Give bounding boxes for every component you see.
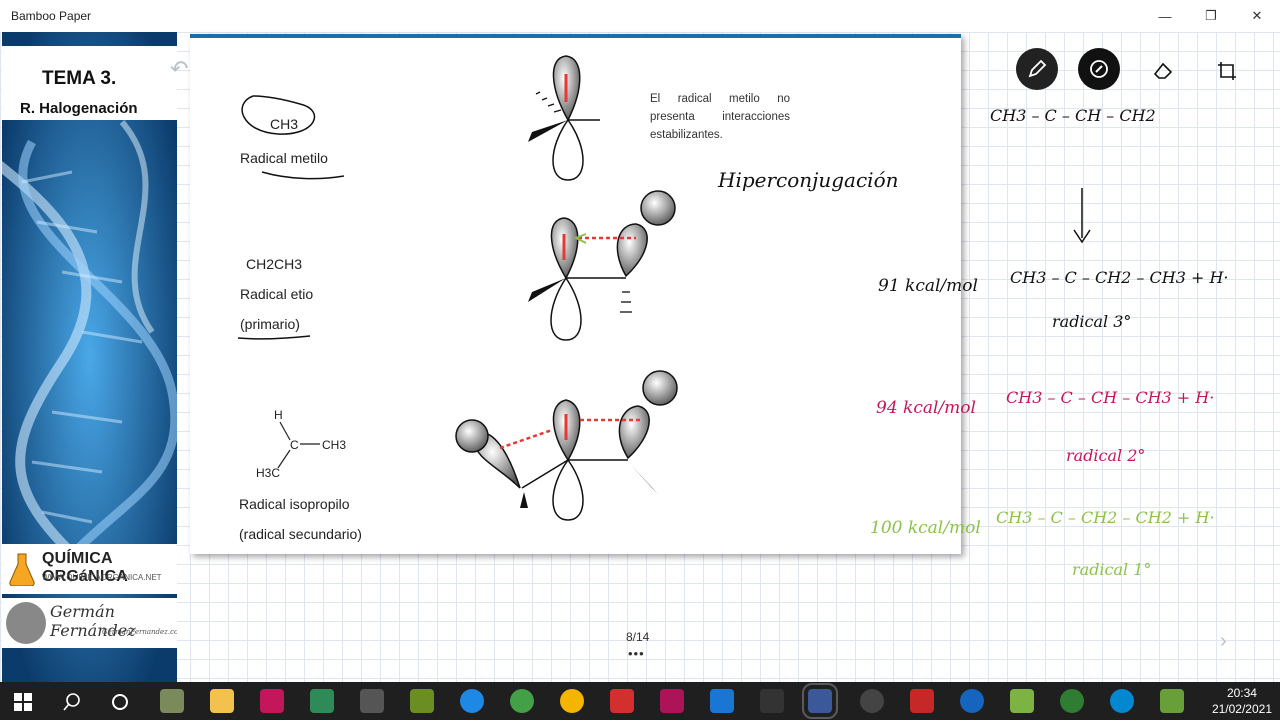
brand-url: WWW.QUIMICAORGANICA.NET	[42, 573, 162, 582]
top-formula: CH3 – C – CH – CH2	[990, 106, 1156, 125]
row3-ch3-right: CH3	[322, 438, 347, 452]
windows-start-icon[interactable]	[14, 693, 32, 711]
row3-c: C	[290, 438, 299, 452]
app-icon-5[interactable]	[360, 689, 384, 713]
row1-formula: CH3	[270, 116, 299, 132]
row2-formula: CH2CH3	[246, 256, 303, 272]
pdf-icon[interactable]	[610, 689, 634, 713]
app-icon-13[interactable]	[760, 689, 784, 713]
radical-3-label: radical 3°	[1052, 312, 1132, 331]
app-icon-18[interactable]	[1010, 689, 1034, 713]
formula-radical-3: CH3 – C – CH2 – CH3 + H·	[1010, 268, 1229, 287]
row1-circle-mark	[241, 95, 316, 135]
clock-date: 21/02/2021	[1211, 702, 1272, 716]
app-icon-15[interactable]	[860, 689, 884, 713]
row1-label: Radical metilo	[240, 150, 328, 166]
tema-subtitle: R. Halogenación	[20, 100, 138, 117]
close-icon[interactable]: ✕	[1234, 0, 1280, 32]
more-menu-icon[interactable]: •••	[628, 646, 645, 661]
app-icon-4[interactable]	[310, 689, 334, 713]
edge-icon[interactable]	[460, 689, 484, 713]
eraser-tool-button[interactable]	[1146, 56, 1180, 86]
slide-image: CH3 Radical metilo CH2CH3 Radical etio (…	[190, 34, 961, 554]
row3-h: H	[274, 408, 283, 422]
bamboo-paper-taskbar-icon[interactable]	[802, 683, 838, 719]
formula-radical-1: CH3 – C – CH2 – CH2 + H·	[996, 508, 1215, 527]
author-avatar	[6, 602, 46, 644]
app-title: Bamboo Paper	[11, 9, 92, 23]
taskbar-clock[interactable]: 20:34 21/02/2021	[1212, 685, 1272, 717]
tema-box: TEMA 3. R. Halogenación	[2, 46, 177, 120]
author-site: GermanFernandez.com	[102, 628, 177, 636]
next-page-icon[interactable]: ›	[1220, 630, 1227, 653]
title-bar: Bamboo Paper — ❐ ✕	[0, 0, 1280, 32]
kcal-94-note: 94 kcal/mol	[876, 398, 976, 418]
flask-icon	[9, 553, 35, 586]
hyperconjugation-note: Hiperconjugación	[718, 168, 899, 192]
author-box: Germán Fernández GermanFernandez.com	[2, 598, 177, 648]
kcal-100-note: 100 kcal/mol	[870, 518, 981, 538]
app-icon-6[interactable]	[410, 689, 434, 713]
row3-label: Radical isopropilo	[239, 496, 350, 512]
taskbar: 20:34 21/02/2021	[0, 682, 1280, 720]
radical-2-label: radical 2°	[1066, 446, 1146, 465]
brand-box: QUÍMICA ORGáNICA WWW.QUIMICAORGANICA.NET	[2, 544, 177, 594]
cortana-icon[interactable]	[110, 692, 130, 712]
app-icon-21[interactable]	[1160, 689, 1184, 713]
filezilla-icon[interactable]	[910, 689, 934, 713]
window-controls: — ❐ ✕	[1142, 0, 1280, 32]
clock-time: 20:34	[1226, 686, 1257, 700]
ethyl-orbital	[528, 190, 676, 341]
app-icon-8[interactable]	[510, 689, 534, 713]
skype-icon[interactable]	[1110, 689, 1134, 713]
formula-radical-2: CH3 – C – CH – CH3 + H·	[1006, 388, 1215, 407]
app-icon-11[interactable]	[660, 689, 684, 713]
eraser-icon	[1153, 62, 1173, 79]
search-icon[interactable]	[62, 692, 82, 712]
row3-h3c-left: H3C	[256, 466, 281, 480]
marker-tool-button[interactable]	[1078, 48, 1120, 90]
mail-icon[interactable]	[710, 689, 734, 713]
undo-icon[interactable]: ↶	[170, 56, 188, 82]
minimize-icon[interactable]: —	[1142, 0, 1188, 32]
app-icon-1[interactable]	[160, 689, 184, 713]
marker-icon	[1090, 60, 1108, 78]
chrome-icon[interactable]	[560, 689, 584, 713]
tema-title: TEMA 3.	[42, 68, 117, 89]
row2-label: Radical etio	[240, 286, 314, 302]
whatsapp-icon[interactable]	[1060, 689, 1084, 713]
methyl-orbital	[528, 55, 600, 181]
restore-icon[interactable]: ❐	[1188, 0, 1234, 32]
radical-1-label: radical 1°	[1072, 560, 1152, 579]
slide-description: El radical metilo no presenta interaccio…	[650, 93, 790, 141]
file-explorer-icon[interactable]	[210, 689, 234, 713]
row2-sublabel: (primario)	[240, 316, 300, 332]
app-icon-17[interactable]	[960, 689, 984, 713]
left-banner: TEMA 3. R. Halogenación QUÍMICA ORGáNICA…	[2, 32, 177, 682]
isopropyl-orbital	[455, 370, 678, 521]
crop-icon	[1218, 62, 1236, 80]
crop-tool-button[interactable]	[1212, 56, 1242, 86]
kcal-91-note: 91 kcal/mol	[878, 276, 978, 296]
pen-tool-button[interactable]	[1016, 48, 1058, 90]
row3-sublabel: (radical secundario)	[239, 526, 362, 542]
row2-underline	[237, 335, 311, 340]
row1-underline	[261, 171, 345, 180]
page-number: 8/14	[626, 630, 650, 644]
pen-icon	[1028, 59, 1047, 78]
reaction-arrow	[1073, 188, 1091, 244]
app-icon-3[interactable]	[260, 689, 284, 713]
